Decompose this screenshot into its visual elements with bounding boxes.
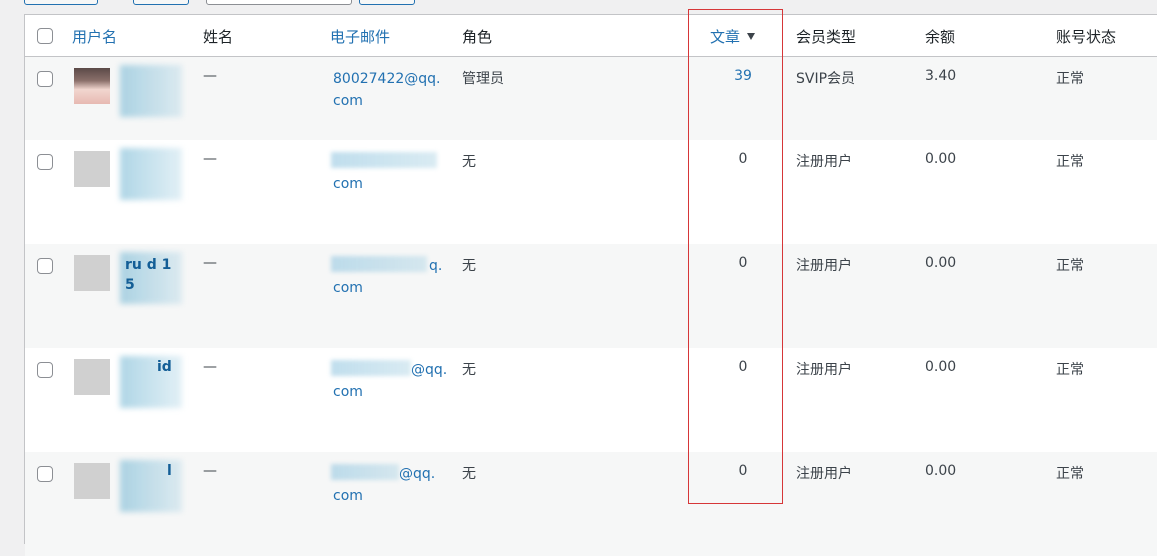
status-cell: 正常 <box>1056 154 1084 170</box>
balance-cell: 0.00 <box>925 151 957 167</box>
email-line: 80027422@qq. <box>333 71 441 87</box>
posts-count: 0 <box>738 255 748 271</box>
email-line: com <box>333 384 363 400</box>
filter-button[interactable] <box>133 0 189 5</box>
bulk-apply-button[interactable] <box>24 0 98 5</box>
row-checkbox[interactable] <box>37 466 53 482</box>
row-checkbox[interactable] <box>37 362 53 378</box>
username-redacted <box>120 356 182 408</box>
avatar <box>74 359 110 395</box>
username-redacted <box>120 460 182 512</box>
email-link[interactable]: q. com <box>333 255 442 299</box>
status-cell: 正常 <box>1056 466 1084 482</box>
email-link[interactable]: 80027422@qq. com <box>333 68 440 112</box>
role-cell: 无 <box>462 466 476 482</box>
name-cell: — <box>203 255 217 271</box>
table-row: ru d 1 5 — q. com 无 0 注册用户 0.00 正常 <box>25 244 1157 348</box>
member-type-cell: 注册用户 <box>796 258 852 274</box>
table-row: — 80027422@qq. com 管理员 39 SVIP会员 3.40 正常 <box>25 57 1157 140</box>
row-checkbox[interactable] <box>37 71 53 87</box>
balance-cell: 3.40 <box>925 68 957 84</box>
email-line: com <box>333 488 363 504</box>
table-row: l — @qq. com 无 0 注册用户 0.00 正常 <box>25 452 1157 556</box>
table-row: id — @qq. com 无 0 注册用户 0.00 正常 <box>25 348 1157 452</box>
status-cell: 正常 <box>1056 362 1084 378</box>
email-line: com <box>333 280 363 296</box>
table-header: 用户名 姓名 电子邮件 角色 文章 会员类型 余额 账号状态 <box>25 15 1157 57</box>
row-checkbox[interactable] <box>37 258 53 274</box>
email-line: com <box>333 176 363 192</box>
email-line: com <box>333 93 363 109</box>
role-cell: 无 <box>462 154 476 170</box>
balance-cell: 0.00 <box>925 255 957 271</box>
email-line: @qq. <box>399 466 436 482</box>
posts-count: 0 <box>738 359 748 375</box>
role-cell: 无 <box>462 362 476 378</box>
name-cell: — <box>203 151 217 167</box>
role-change-select[interactable] <box>206 0 352 5</box>
username-link[interactable]: ru d 1 5 <box>125 255 175 295</box>
table-row: — com 无 0 注册用户 0.00 正常 <box>25 140 1157 244</box>
column-posts-label: 文章 <box>710 28 741 46</box>
name-cell: — <box>203 68 217 84</box>
column-username[interactable]: 用户名 <box>72 26 117 47</box>
email-link[interactable]: @qq. com <box>333 359 447 403</box>
username-link[interactable]: id <box>157 359 172 375</box>
role-cell: 无 <box>462 258 476 274</box>
username-redacted <box>120 148 182 200</box>
posts-count: 0 <box>738 463 748 479</box>
avatar <box>74 255 110 291</box>
member-type-cell: 注册用户 <box>796 154 852 170</box>
column-email[interactable]: 电子邮件 <box>330 26 390 47</box>
status-cell: 正常 <box>1056 71 1084 87</box>
name-cell: — <box>203 463 217 479</box>
balance-cell: 0.00 <box>925 463 957 479</box>
email-line <box>333 151 363 173</box>
email-link[interactable]: @qq. com <box>333 463 435 507</box>
row-checkbox[interactable] <box>37 154 53 170</box>
email-link[interactable]: com <box>333 151 363 195</box>
member-type-cell: SVIP会员 <box>796 71 856 87</box>
email-line: @qq. <box>411 362 448 378</box>
column-role: 角色 <box>462 28 493 46</box>
username-redacted <box>120 65 182 117</box>
role-cell: 管理员 <box>462 71 504 87</box>
users-table: 用户名 姓名 电子邮件 角色 文章 会员类型 余额 账号状态 — 8002742… <box>24 14 1157 556</box>
posts-count-link[interactable]: 39 <box>718 68 768 84</box>
avatar <box>74 68 110 104</box>
member-type-cell: 注册用户 <box>796 362 852 378</box>
avatar <box>74 151 110 187</box>
status-cell: 正常 <box>1056 258 1084 274</box>
member-type-cell: 注册用户 <box>796 466 852 482</box>
balance-cell: 0.00 <box>925 359 957 375</box>
name-cell: — <box>203 359 217 375</box>
select-all-checkbox[interactable] <box>37 28 53 44</box>
column-name: 姓名 <box>203 28 234 46</box>
column-balance: 余额 <box>925 28 956 46</box>
column-status: 账号状态 <box>1056 28 1117 46</box>
column-member-type: 会员类型 <box>796 28 857 46</box>
posts-count: 0 <box>738 151 748 167</box>
avatar <box>74 463 110 499</box>
sort-desc-icon <box>747 33 756 40</box>
column-posts[interactable]: 文章 <box>710 26 756 47</box>
change-button[interactable] <box>359 0 415 5</box>
email-line: q. <box>429 258 443 274</box>
username-link[interactable]: l <box>167 463 172 479</box>
